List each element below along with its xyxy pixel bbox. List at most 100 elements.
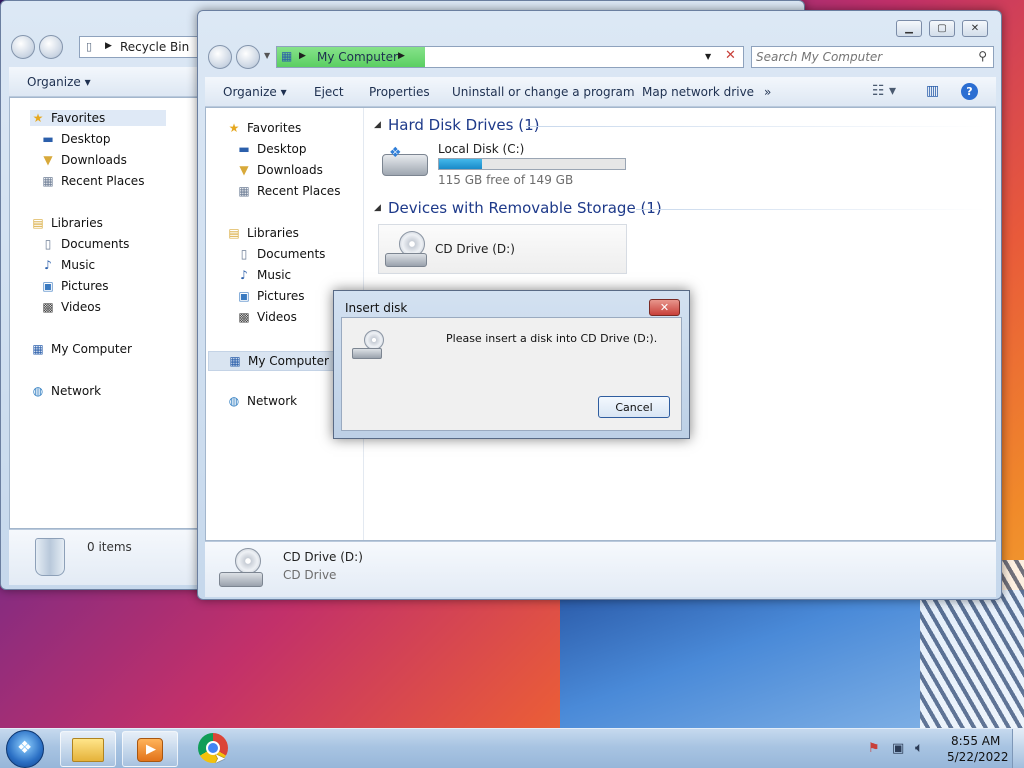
cd-drive-icon (219, 548, 267, 590)
computer-small-icon: ▦ (281, 49, 293, 63)
details-type: CD Drive (283, 568, 337, 582)
stop-icon[interactable]: ✕ (725, 48, 736, 63)
back-button[interactable] (11, 35, 35, 59)
change-view-icon[interactable]: ☷ ▾ (872, 83, 896, 99)
nav-favorites[interactable]: ★ Favorites (226, 120, 302, 136)
nav-music[interactable]: ♪ Music (236, 267, 291, 283)
search-input[interactable] (756, 48, 966, 66)
videos-icon: ▩ (238, 310, 250, 324)
favorites-star-icon: ★ (228, 121, 240, 135)
nav-videos[interactable]: ▩ Videos (40, 299, 101, 315)
clock-date[interactable]: 5/22/2022 (947, 750, 1009, 764)
address-text: Recycle Bin (120, 40, 190, 54)
collapse-hdd-icon[interactable]: ◢ (374, 120, 381, 130)
back-content: ★ Favorites ▬ Desktop ▼ Downloads ▦ Recent P… (9, 97, 199, 529)
windows-logo-icon: ❖ (17, 738, 33, 758)
properties-button[interactable]: Properties (369, 85, 430, 99)
address-bar[interactable]: ▯ ▶ Recycle Bin (79, 36, 201, 58)
address-bar[interactable]: ▦ ▶ My Computer ▶ ▼ ✕ (276, 46, 744, 68)
nav-downloads[interactable]: ▼ Downloads (40, 152, 127, 168)
drive-c-free-space: 115 GB free of 149 GB (438, 173, 574, 187)
downloads-folder-icon: ▼ (239, 163, 249, 177)
nav-downloads[interactable]: ▼ Downloads (236, 162, 323, 178)
music-icon: ♪ (240, 268, 248, 282)
start-button[interactable]: ❖ (6, 730, 44, 768)
recent-places-icon: ▦ (42, 174, 54, 188)
desktop-icon: ▬ (42, 132, 54, 146)
nav-documents[interactable]: ▯ Documents (236, 246, 326, 262)
drive-d-item[interactable]: CD Drive (D:) (378, 224, 627, 274)
back-button[interactable] (208, 45, 232, 69)
show-desktop-button[interactable] (1012, 729, 1024, 768)
nav-network[interactable]: ◍ Network (226, 393, 297, 409)
forward-button[interactable] (39, 35, 63, 59)
dialog-close-button[interactable]: ✕ (649, 299, 680, 316)
address-dropdown-icon[interactable]: ▼ (705, 52, 711, 61)
libraries-icon: ▤ (228, 226, 240, 240)
nav-desktop[interactable]: ▬ Desktop (236, 141, 306, 157)
computer-icon: ▦ (32, 342, 44, 356)
search-icon[interactable]: ⚲ (978, 49, 987, 63)
forward-button[interactable] (236, 45, 260, 69)
section-removable-storage[interactable]: Devices with Removable Storage (1) (388, 199, 662, 217)
windows-logo-icon: ❖ (389, 145, 402, 161)
desktop-icon: ▬ (238, 142, 250, 156)
nav-network[interactable]: ◍ Network (30, 383, 101, 399)
nav-favorites[interactable]: ★ Favorites (30, 110, 166, 126)
libraries-icon: ▤ (32, 216, 44, 230)
more-commands-button[interactable]: » (764, 85, 771, 99)
breadcrumb-arrow-icon: ▶ (398, 51, 405, 61)
nav-recent-places[interactable]: ▦ Recent Places (40, 173, 144, 189)
volume-icon[interactable]: 🔈︎ (915, 740, 923, 756)
clock-time[interactable]: 8:55 AM (951, 734, 1000, 748)
eject-button[interactable]: Eject (314, 85, 344, 99)
mouse-cursor-icon: ➤ (214, 751, 226, 767)
collapse-removable-icon[interactable]: ◢ (374, 203, 381, 213)
recycle-bin-icon (35, 538, 65, 576)
item-count: 0 items (87, 540, 132, 554)
back-toolbar: Organize ▾ (9, 67, 199, 97)
organize-menu[interactable]: Organize ▾ (27, 75, 91, 89)
section-divider (526, 126, 986, 127)
search-box[interactable]: ⚲ (751, 46, 994, 68)
network-icon: ◍ (32, 384, 44, 398)
network-tray-icon[interactable]: ▣ (892, 741, 904, 756)
address-text: My Computer (317, 50, 398, 64)
media-player-icon: ▶ (137, 738, 163, 762)
map-network-drive-button[interactable]: Map network drive (642, 85, 754, 99)
nav-pictures[interactable]: ▣ Pictures (236, 288, 304, 304)
close-button[interactable]: ✕ (962, 20, 988, 37)
nav-libraries[interactable]: ▤ Libraries (30, 215, 103, 231)
drive-c-item[interactable]: ❖ Local Disk (C:) 115 GB free of 149 GB (382, 142, 632, 188)
nav-videos[interactable]: ▩ Videos (236, 309, 297, 325)
uninstall-program-button[interactable]: Uninstall or change a program (452, 85, 635, 99)
nav-libraries[interactable]: ▤ Libraries (226, 225, 299, 241)
insert-disk-dialog[interactable]: Insert disk ✕ Please insert a disk into … (333, 290, 690, 439)
section-hard-disk-drives[interactable]: Hard Disk Drives (1) (388, 116, 539, 134)
organize-menu[interactable]: Organize ▾ (223, 85, 287, 99)
breadcrumb-arrow-icon: ▶ (105, 41, 112, 51)
maximize-button[interactable]: ▢ (929, 20, 955, 37)
taskbar-media-player-button[interactable]: ▶ (122, 731, 178, 767)
nav-recent-places[interactable]: ▦ Recent Places (236, 183, 340, 199)
details-name: CD Drive (D:) (283, 550, 363, 564)
documents-icon: ▯ (44, 237, 52, 251)
minimize-button[interactable]: ▁ (896, 20, 922, 37)
nav-documents[interactable]: ▯ Documents (40, 236, 130, 252)
cancel-button[interactable]: Cancel (598, 396, 670, 418)
recent-places-icon: ▦ (238, 184, 250, 198)
action-center-icon[interactable]: ⚑ (868, 741, 880, 756)
nav-my-computer[interactable]: ▦ My Computer (30, 341, 132, 357)
nav-pictures[interactable]: ▣ Pictures (40, 278, 108, 294)
videos-icon: ▩ (42, 300, 54, 314)
recent-pages-dropdown-icon[interactable]: ▼ (264, 51, 270, 60)
help-icon[interactable]: ? (961, 83, 978, 100)
nav-desktop[interactable]: ▬ Desktop (40, 131, 110, 147)
pictures-icon: ▣ (42, 279, 54, 293)
documents-icon: ▯ (240, 247, 248, 261)
breadcrumb-arrow-icon: ▶ (299, 51, 306, 61)
drive-c-name: Local Disk (C:) (438, 142, 525, 156)
preview-pane-icon[interactable]: ▥ (926, 83, 939, 99)
taskbar-explorer-button[interactable] (60, 731, 116, 767)
nav-music[interactable]: ♪ Music (40, 257, 95, 273)
